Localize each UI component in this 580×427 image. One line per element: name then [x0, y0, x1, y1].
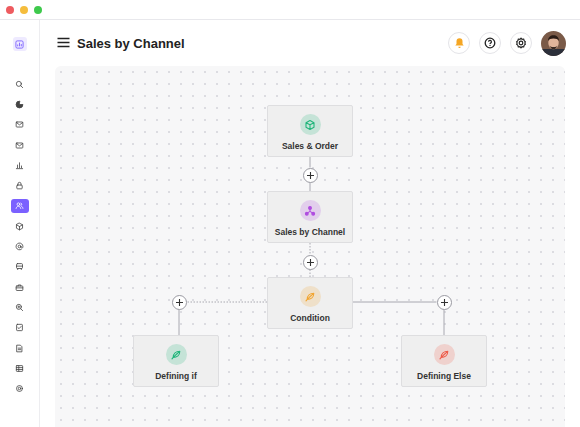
- sidebar-item[interactable]: [11, 138, 29, 152]
- gear-icon: [515, 37, 527, 49]
- help-icon: [484, 37, 496, 49]
- node-label: Defining Else: [417, 371, 471, 381]
- node-icon-badge: [166, 344, 187, 365]
- at-icon: [15, 242, 24, 251]
- table-icon: [15, 364, 24, 373]
- settings-button[interactable]: [510, 32, 532, 54]
- add-step-button[interactable]: [172, 295, 187, 310]
- checklist-icon: [15, 323, 24, 332]
- inbox-icon: [15, 141, 24, 150]
- search-icon: [15, 80, 24, 89]
- mail-icon: [15, 120, 24, 129]
- node-icon-badge: [300, 200, 321, 221]
- add-step-button[interactable]: [437, 295, 452, 310]
- window-control[interactable]: [34, 6, 42, 14]
- branch-icon: [438, 349, 450, 361]
- condition-icon: [304, 291, 316, 303]
- sidebar-item[interactable]: [11, 77, 29, 91]
- sidebar-item[interactable]: [11, 341, 29, 355]
- plus-icon: [175, 298, 184, 307]
- hamburger-icon: [57, 37, 70, 48]
- sidebar-item[interactable]: [11, 361, 29, 375]
- add-step-button[interactable]: [303, 255, 318, 270]
- sidebar-item[interactable]: [11, 219, 29, 233]
- sidebar-item[interactable]: [11, 381, 29, 395]
- lock-icon: [15, 181, 24, 190]
- page-title: Sales by Channel: [77, 36, 185, 51]
- window-control[interactable]: [20, 6, 28, 14]
- briefcase-icon: [15, 283, 24, 292]
- flow-node[interactable]: Condition: [267, 277, 353, 329]
- plus-icon: [440, 298, 449, 307]
- sidebar-item[interactable]: [11, 118, 29, 132]
- branch-icon: [170, 349, 182, 361]
- flow-canvas: Sales & Order Sales by Channel Condition De…: [55, 66, 565, 427]
- sidebar-menu: [11, 77, 29, 396]
- flow-node[interactable]: Defining if: [133, 335, 219, 387]
- avatar-icon: [541, 31, 566, 56]
- sidebar-item[interactable]: [11, 239, 29, 253]
- window-control[interactable]: [6, 6, 14, 14]
- zoom-icon: [15, 303, 24, 312]
- flow-node[interactable]: Sales by Channel: [267, 191, 353, 243]
- bar-chart-icon: [15, 161, 24, 170]
- header: Sales by Channel: [40, 20, 580, 66]
- pie-chart-icon: [15, 100, 24, 109]
- help-button[interactable]: [479, 32, 501, 54]
- node-label: Sales by Channel: [275, 227, 345, 237]
- node-label: Condition: [290, 313, 330, 323]
- menu-button[interactable]: [57, 34, 70, 52]
- add-step-button[interactable]: [303, 168, 318, 183]
- sidebar: [0, 20, 40, 427]
- logo-icon: [15, 40, 24, 49]
- sidebar-item[interactable]: [11, 280, 29, 294]
- users-icon: [15, 201, 24, 210]
- sidebar-item[interactable]: [11, 97, 29, 111]
- node-label: Sales & Order: [282, 141, 338, 151]
- bell-icon: [454, 37, 465, 49]
- document-icon: [15, 344, 24, 353]
- flow-node[interactable]: Sales & Order: [267, 105, 353, 157]
- node-icon-badge: [434, 344, 455, 365]
- cube-icon: [15, 222, 24, 231]
- notifications-button[interactable]: [448, 32, 470, 54]
- plus-icon: [306, 171, 315, 180]
- sidebar-item[interactable]: [11, 300, 29, 314]
- user-avatar[interactable]: [541, 31, 566, 56]
- title-bar: [0, 0, 580, 20]
- node-icon-badge: [300, 286, 321, 307]
- plus-icon: [306, 258, 315, 267]
- sidebar-item[interactable]: [11, 199, 29, 213]
- order-icon: [304, 119, 316, 131]
- sidebar-item[interactable]: [11, 321, 29, 335]
- logo[interactable]: [13, 37, 27, 51]
- node-label: Defining if: [155, 371, 197, 381]
- channel-icon: [304, 205, 316, 217]
- sidebar-item[interactable]: [11, 260, 29, 274]
- settings-icon: [15, 384, 24, 393]
- flow-node[interactable]: Defining Else: [401, 335, 487, 387]
- sidebar-item[interactable]: [11, 178, 29, 192]
- sidebar-item[interactable]: [11, 158, 29, 172]
- node-icon-badge: [300, 114, 321, 135]
- bus-icon: [15, 262, 24, 271]
